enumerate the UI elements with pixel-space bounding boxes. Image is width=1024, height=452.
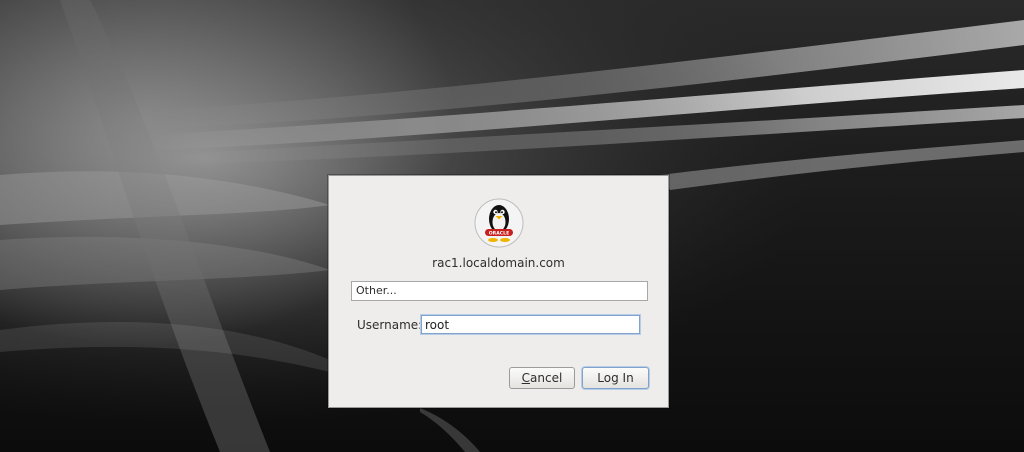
user-list[interactable]: Other... (351, 281, 648, 301)
login-dialog: ORACLE rac1.localdomain.com Other... Use… (328, 175, 669, 408)
oracle-logo-text: ORACLE (489, 230, 509, 236)
user-list-item-other[interactable]: Other... (356, 284, 397, 297)
login-button[interactable]: Log In (582, 367, 649, 389)
cancel-button[interactable]: Cancel (509, 367, 575, 389)
login-screen-background: ORACLE rac1.localdomain.com Other... Use… (0, 0, 1024, 452)
hostname-label: rac1.localdomain.com (432, 256, 565, 270)
cancel-button-label: ancel (530, 371, 563, 385)
cancel-button-mnemonic: C (521, 371, 531, 385)
username-label: Username: (357, 318, 423, 332)
oracle-linux-penguin-icon: ORACLE (474, 198, 524, 248)
username-input[interactable] (421, 315, 640, 334)
